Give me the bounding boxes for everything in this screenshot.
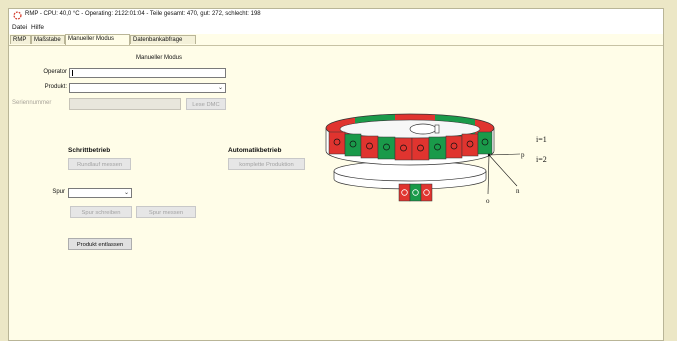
title-bar: RMP - CPU: 40,0 °C - Operating: 2122:01:… xyxy=(9,9,663,23)
chevron-down-icon: ⌄ xyxy=(217,85,223,91)
label-p: p xyxy=(521,151,525,159)
menu-bar: Datei Hilfe xyxy=(9,23,663,34)
label-i1: i=1 xyxy=(536,135,547,144)
produkt-entlassen-button[interactable]: Produkt entlassen xyxy=(68,238,132,250)
tab-manueller-modus[interactable]: Manueller Modus xyxy=(65,34,130,45)
operator-input[interactable] xyxy=(69,68,226,78)
komplette-produktion-button[interactable]: komplette Produktion xyxy=(228,158,305,170)
seriennummer-label: Seriennummer xyxy=(12,100,52,106)
lese-dmc-button[interactable]: Lese DMC xyxy=(186,98,226,110)
label-i2: i=2 xyxy=(536,155,547,164)
app-window: RMP - CPU: 40,0 °C - Operating: 2122:01:… xyxy=(8,8,664,341)
tab-bar: RMP Maßstabe Manueller Modus Datenbankab… xyxy=(9,34,663,46)
menu-hilfe[interactable]: Hilfe xyxy=(31,24,44,31)
lower-magnet-segments xyxy=(398,183,433,202)
operator-label: Operator xyxy=(43,69,67,75)
manueller-modus-panel: Manueller Modus Operator Produkt: ⌄ Seri… xyxy=(9,46,663,340)
spur-messen-button[interactable]: Spur messen xyxy=(136,206,196,218)
chevron-down-icon: ⌄ xyxy=(123,190,129,196)
tab-datenbankabfrage[interactable]: Datenbankabfrage xyxy=(130,35,196,44)
seriennummer-input[interactable] xyxy=(69,98,181,110)
app-icon xyxy=(13,11,22,20)
tab-massstabe[interactable]: Maßstabe xyxy=(31,35,65,44)
schrittbetrieb-heading: Schrittbetrieb xyxy=(68,147,111,154)
rundlauf-messen-button[interactable]: Rundlauf messen xyxy=(68,158,131,170)
spur-select[interactable]: ⌄ xyxy=(68,188,132,198)
label-n: n xyxy=(516,187,520,195)
rotor-diagram: i=1 i=2 p n o xyxy=(325,113,547,205)
spur-schreiben-button[interactable]: Spur schreiben xyxy=(70,206,132,218)
menu-datei[interactable]: Datei xyxy=(12,24,27,31)
produkt-label: Produkt: xyxy=(44,84,67,90)
tab-rmp[interactable]: RMP xyxy=(10,35,31,44)
automatikbetrieb-heading: Automatikbetrieb xyxy=(228,147,282,154)
panel-title: Manueller Modus xyxy=(136,55,183,61)
spur-label: Spur xyxy=(52,189,65,195)
text-caret xyxy=(72,70,73,76)
produkt-select[interactable]: ⌄ xyxy=(69,83,226,93)
label-o: o xyxy=(486,197,490,205)
window-title: RMP - CPU: 40,0 °C - Operating: 2122:01:… xyxy=(25,11,261,17)
